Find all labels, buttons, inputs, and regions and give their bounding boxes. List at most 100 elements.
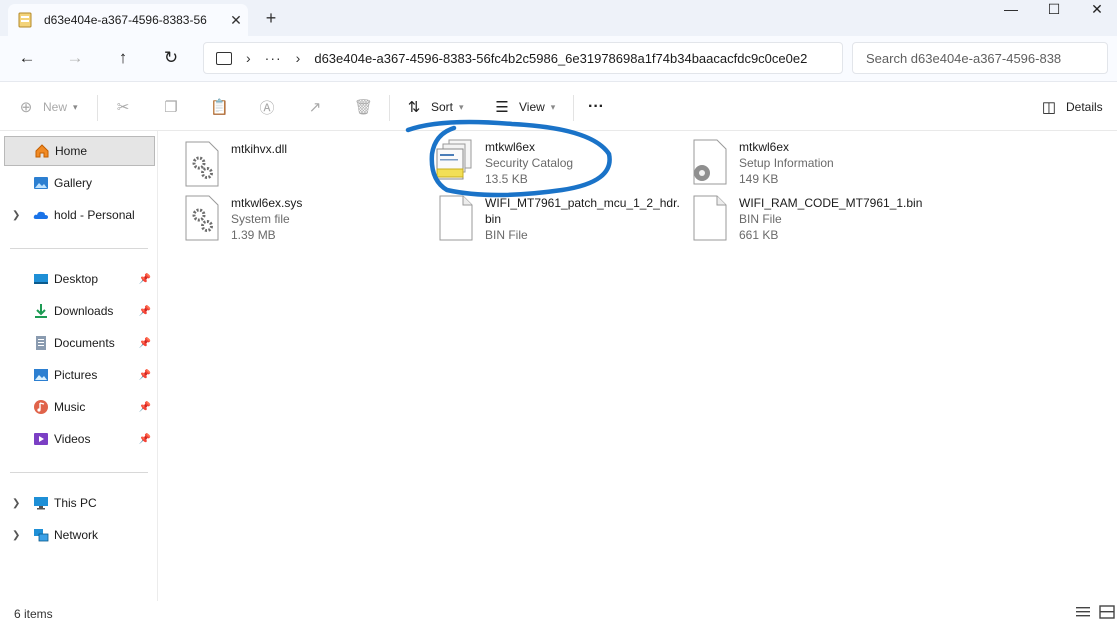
pictures-icon (34, 369, 48, 381)
view-list-icon: ☰ (495, 99, 509, 116)
maximize-button[interactable]: ☐ (1031, 0, 1077, 20)
chevron-right-icon[interactable]: ❯ (12, 530, 20, 541)
sidebar-item-this-pc[interactable]: ❯ This PC (4, 488, 155, 518)
sidebar-item-music[interactable]: Music 📌 (4, 392, 155, 422)
trash-icon: 🗑 (354, 99, 374, 116)
minimize-button[interactable]: — (988, 0, 1034, 20)
sidebar-item-videos[interactable]: Videos 📌 (4, 424, 155, 454)
paste-icon: 📋 (210, 99, 229, 116)
this-pc-icon (34, 497, 48, 510)
command-bar: ⊕ New ▾ ✂ ❐ 📋 Ⓐ ↗ 🗑 ⇅ Sort ▾ ☰ View ▾ ··… (0, 83, 1117, 131)
chevron-right-icon[interactable]: › (246, 50, 251, 66)
file-name: mtkihvx.dll (231, 142, 288, 156)
copy-icon: ❐ (164, 99, 178, 116)
gallery-icon (34, 177, 48, 189)
new-button[interactable]: ⊕ New ▾ (17, 95, 78, 119)
pin-icon[interactable]: 📌 (139, 434, 151, 445)
item-count: 6 items (14, 607, 53, 621)
paste-button[interactable]: 📋 (210, 95, 229, 119)
sidebar-divider (10, 248, 148, 249)
tab-close-icon[interactable]: ✕ (224, 12, 248, 29)
copy-button[interactable]: ❐ (162, 95, 180, 119)
details-button[interactable]: ◫ Details (1040, 95, 1103, 119)
blank-file-icon (693, 195, 727, 241)
file-text: WIFI_MT7961_patch_mcu_1_2_hdr.bin BIN Fi… (485, 195, 685, 243)
file-size: 661 KB (739, 228, 779, 242)
file-item[interactable]: mtkwl6ex Setup Information 149 KB (693, 139, 947, 193)
chevron-right-icon[interactable]: › (296, 50, 301, 66)
view-button[interactable]: ☰ View ▾ (493, 95, 555, 119)
file-item[interactable]: mtkwl6ex Security Catalog 13.5 KB (436, 139, 693, 193)
title-bar: d63e404e-a367-4596-8383-56 ✕ + — ☐ ✕ (0, 0, 1117, 36)
sidebar-item-onedrive[interactable]: ❯ hold - Personal (4, 200, 155, 230)
chevron-right-icon[interactable]: ❯ (12, 210, 20, 221)
chevron-right-icon[interactable]: ❯ (12, 498, 20, 509)
cut-button[interactable]: ✂ (114, 95, 132, 119)
sort-button[interactable]: ⇅ Sort ▾ (405, 95, 464, 119)
file-item[interactable]: mtkihvx.dll (185, 141, 439, 195)
see-more-button[interactable]: ··· (588, 95, 604, 119)
forward-button[interactable]: → (61, 46, 89, 70)
sidebar-item-desktop[interactable]: Desktop 📌 (4, 264, 155, 294)
navigation-pane: Home Gallery ❯ hold - Personal Desktop 📌… (0, 131, 158, 601)
separator (97, 95, 98, 121)
home-icon (35, 144, 49, 158)
search-box[interactable] (852, 42, 1108, 74)
up-button[interactable]: ↑ (109, 46, 137, 70)
breadcrumb-current-folder[interactable]: d63e404e-a367-4596-8383-56fc4b2c5986_6e3… (314, 51, 807, 66)
sidebar-item-downloads[interactable]: Downloads 📌 (4, 296, 155, 326)
breadcrumb-overflow-button[interactable]: ··· (265, 50, 282, 66)
status-bar: 6 items (0, 601, 1117, 621)
pin-icon[interactable]: 📌 (139, 338, 151, 349)
file-text: mtkwl6ex Setup Information 149 KB (739, 139, 939, 187)
file-name: mtkwl6ex (485, 140, 536, 154)
sidebar-item-label: This PC (54, 496, 97, 510)
plus-circle-icon: ⊕ (19, 99, 33, 116)
back-button[interactable]: ← (13, 46, 41, 70)
rename-button[interactable]: Ⓐ (258, 95, 276, 119)
blank-file-icon (439, 195, 473, 241)
address-bar: ← → ↑ ↻ › ··· › d63e404e-a367-4596-8383-… (0, 36, 1117, 82)
sidebar-item-documents[interactable]: Documents 📌 (4, 328, 155, 358)
address-field[interactable]: › ··· › d63e404e-a367-4596-8383-56fc4b2c… (203, 42, 843, 74)
file-size: 13.5 KB (485, 172, 528, 186)
details-view-icon[interactable] (1075, 605, 1091, 619)
desktop-icon (34, 274, 48, 284)
sidebar-item-label: Desktop (54, 272, 99, 286)
pin-icon[interactable]: 📌 (139, 306, 151, 317)
sidebar-item-gallery[interactable]: Gallery (4, 168, 155, 198)
pin-icon[interactable]: 📌 (139, 402, 151, 413)
sidebar-item-home[interactable]: Home (4, 136, 155, 166)
new-label: New (43, 100, 68, 114)
file-type: BIN File (485, 228, 528, 242)
new-tab-button[interactable]: + (260, 7, 282, 29)
tab-current-folder[interactable]: d63e404e-a367-4596-8383-56 ✕ (8, 4, 248, 36)
pin-icon[interactable]: 📌 (139, 274, 151, 285)
file-item[interactable]: WIFI_MT7961_patch_mcu_1_2_hdr.bin BIN Fi… (439, 195, 693, 249)
network-icon (34, 529, 49, 542)
share-button[interactable]: ↗ (306, 95, 324, 119)
sort-arrows-icon: ⇅ (407, 99, 421, 116)
file-item[interactable]: WIFI_RAM_CODE_MT7961_1.bin BIN File 661 … (693, 195, 947, 249)
search-input[interactable] (866, 50, 1086, 66)
pin-icon[interactable]: 📌 (139, 370, 151, 381)
folder-file-icon (18, 12, 32, 28)
file-name: WIFI_RAM_CODE_MT7961_1.bin (739, 196, 923, 210)
refresh-button[interactable]: ↻ (157, 46, 185, 70)
documents-icon (36, 336, 46, 350)
sidebar-item-label: Pictures (54, 368, 98, 382)
file-item[interactable]: mtkwl6ex.sys System file 1.39 MB (185, 195, 439, 249)
sidebar-item-pictures[interactable]: Pictures 📌 (4, 360, 155, 390)
file-text: mtkwl6ex Security Catalog 13.5 KB (485, 139, 685, 187)
separator (573, 95, 574, 121)
tiles-view-icon[interactable] (1099, 605, 1115, 619)
downloads-icon (35, 304, 47, 318)
file-name: mtkwl6ex.sys (231, 196, 303, 210)
sidebar-item-network[interactable]: ❯ Network (4, 520, 155, 550)
file-type: BIN File (739, 212, 782, 226)
delete-button[interactable]: 🗑 (354, 95, 374, 119)
sidebar-item-label: Downloads (54, 304, 114, 318)
system-file-icon (185, 195, 219, 241)
details-label: Details (1066, 100, 1103, 114)
close-window-button[interactable]: ✕ (1074, 0, 1117, 20)
